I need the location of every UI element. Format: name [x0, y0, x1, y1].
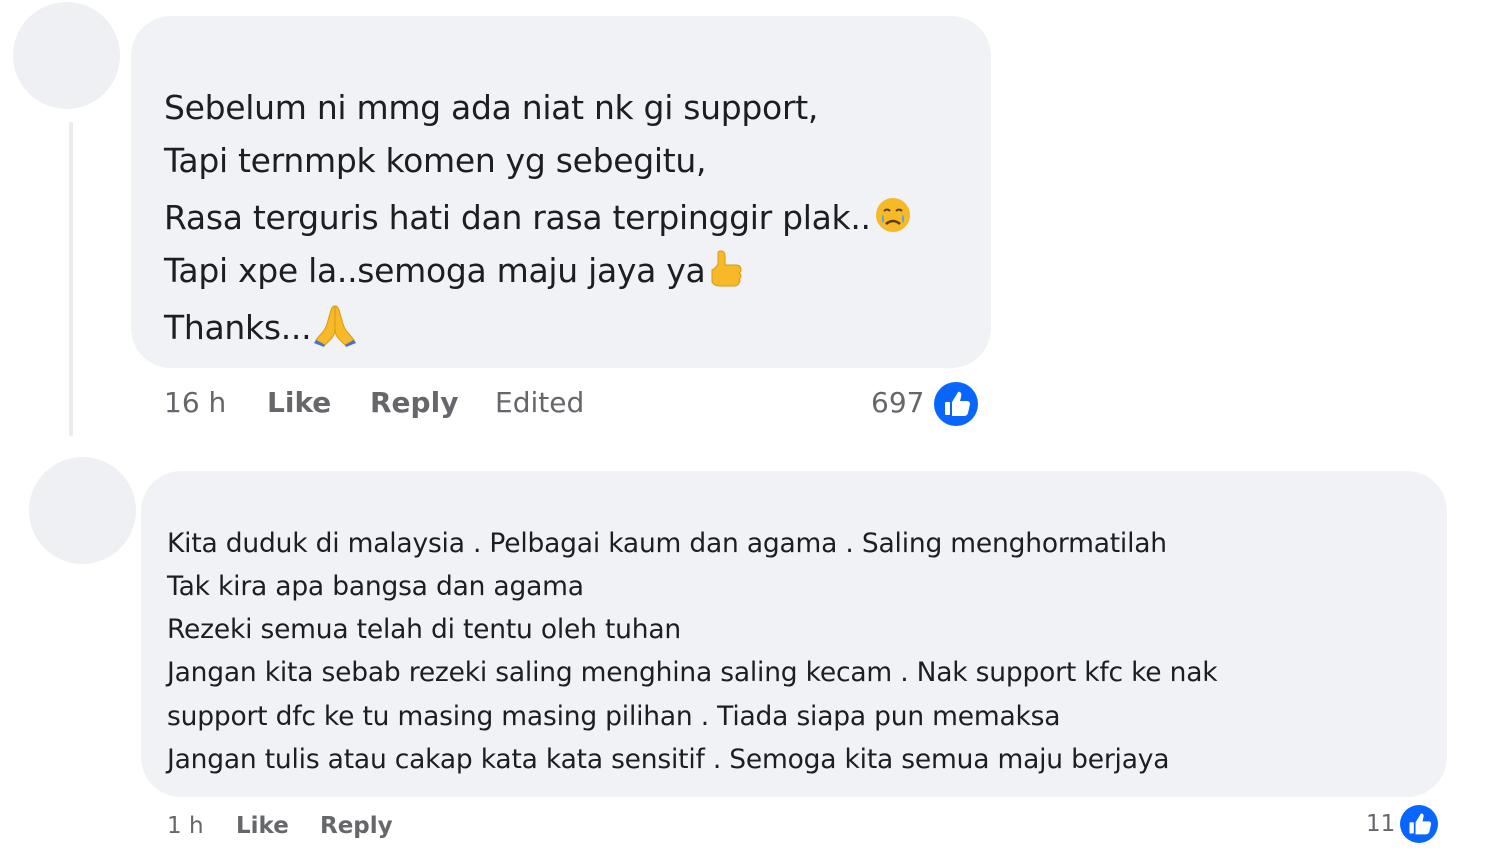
comment-text-line: Jangan kita sebab rezeki saling menghina… [167, 657, 1218, 688]
comment-timestamp[interactable]: 1 h [167, 812, 204, 840]
comments-section: Sebelum ni mmg ada niat nk gi support, T… [0, 0, 1492, 858]
folded-hands-emoji [313, 303, 357, 356]
reply-button[interactable]: Reply [320, 812, 393, 840]
comment-text-line: Rasa terguris hati dan rasa terpinggir p… [164, 195, 913, 244]
comment-bubble: Kita duduk di malaysia . Pelbagai kaum d… [141, 471, 1447, 797]
comment-timestamp[interactable]: 16 h [164, 386, 226, 420]
avatar[interactable] [13, 2, 120, 109]
like-button[interactable]: Like [236, 812, 289, 840]
thumbs-up-emoji [707, 248, 747, 297]
comment-text-line: Tak kira apa bangsa dan agama [167, 571, 584, 602]
like-reaction-icon[interactable] [1397, 802, 1441, 846]
comment-text-line: Tapi xpe la..semoga maju jaya ya [164, 248, 747, 297]
comment-text-line: Jangan tulis atau cakap kata kata sensit… [167, 744, 1170, 775]
comment-text-line: Kita duduk di malaysia . Pelbagai kaum d… [167, 528, 1167, 559]
crying-face-emoji [873, 195, 913, 244]
edited-label[interactable]: Edited [495, 386, 584, 420]
reaction-count[interactable]: 11 [1366, 810, 1395, 838]
reply-button[interactable]: Reply [370, 386, 458, 420]
thread-line [69, 122, 73, 436]
reaction-count[interactable]: 697 [871, 386, 924, 420]
comment-text-line: support dfc ke tu masing masing pilihan … [167, 701, 1061, 732]
avatar[interactable] [29, 457, 136, 564]
comment-text-line: Rezeki semua telah di tentu oleh tuhan [167, 614, 681, 645]
comment-text-line: Sebelum ni mmg ada niat nk gi support, [164, 88, 819, 127]
like-button[interactable]: Like [267, 386, 331, 420]
comment-text-line: Thanks... [164, 303, 357, 356]
comment-text-line: Tapi ternmpk komen yg sebegitu, [164, 141, 707, 180]
like-reaction-icon[interactable] [931, 379, 981, 429]
comment-bubble: Sebelum ni mmg ada niat nk gi support, T… [131, 16, 991, 368]
